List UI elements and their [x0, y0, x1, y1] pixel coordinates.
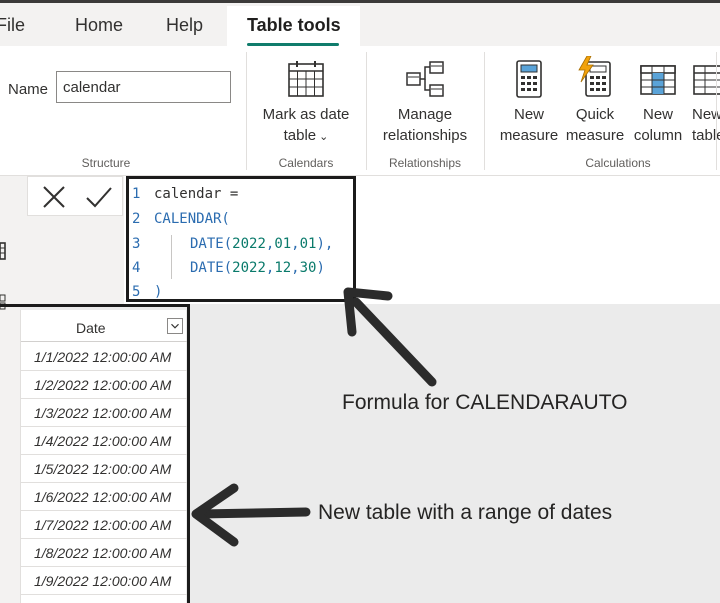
arrow-icon: [343, 287, 437, 387]
quick-measure-icon: [578, 56, 611, 97]
formula-highlight-frame: [126, 176, 356, 302]
calculator-icon: [516, 60, 542, 98]
table-name-input[interactable]: [56, 71, 231, 103]
tab-home[interactable]: Home: [75, 15, 123, 36]
calendar-grid-icon: [288, 61, 324, 97]
new-column-button[interactable]: New column: [628, 60, 688, 146]
annotation-formula: Formula for CALENDARAUTO: [342, 391, 628, 414]
manage-relationships-button[interactable]: Manage relationships: [372, 60, 478, 146]
manage-label-2: relationships: [382, 127, 468, 144]
new-measure-button[interactable]: New measure: [496, 60, 562, 146]
group-title-relationships: Relationships: [388, 156, 462, 170]
ribbon-separator: [246, 52, 247, 170]
chevron-down-icon: ⌄: [316, 131, 329, 143]
tab-table-tools[interactable]: Table tools: [247, 15, 341, 36]
ribbon-separator: [484, 52, 485, 170]
mark-as-date-label-2: table: [283, 127, 317, 144]
tab-help[interactable]: Help: [166, 15, 203, 36]
arrow-icon: [191, 483, 311, 547]
quick-measure-label-1: Quick: [575, 106, 615, 123]
menu-tab-bar: File Home Help Table tools: [0, 3, 720, 49]
quick-measure-button[interactable]: Quick measure: [562, 56, 628, 146]
new-column-label-2: column: [633, 127, 683, 144]
ribbon-separator: [366, 52, 367, 170]
table-view-icon[interactable]: [0, 242, 6, 260]
new-measure-label-2: measure: [499, 127, 559, 144]
manage-label-1: Manage: [397, 106, 453, 123]
mark-as-date-label-1: Mark as date: [262, 106, 350, 123]
relationships-icon: [406, 61, 444, 97]
group-title-calculations: Calculations: [585, 156, 651, 170]
column-table-icon: [640, 65, 676, 95]
name-label: Name: [8, 81, 49, 98]
ribbon: Name Structure Mark as date table ⌄ Cale…: [0, 46, 720, 176]
tab-file[interactable]: File: [0, 15, 25, 36]
mark-as-date-table-button[interactable]: Mark as date table ⌄: [254, 60, 358, 148]
annotation-table: New table with a range of dates: [318, 501, 613, 524]
quick-measure-label-2: measure: [565, 127, 625, 144]
new-column-label-1: New: [642, 106, 673, 123]
check-icon[interactable]: [84, 183, 114, 211]
close-icon[interactable]: [40, 183, 68, 211]
ribbon-separator: [716, 52, 717, 170]
new-measure-label-1: New: [513, 106, 544, 123]
group-title-structure: Structure: [81, 156, 131, 170]
table-highlight-frame: [0, 304, 190, 603]
group-title-calendars: Calendars: [278, 156, 334, 170]
